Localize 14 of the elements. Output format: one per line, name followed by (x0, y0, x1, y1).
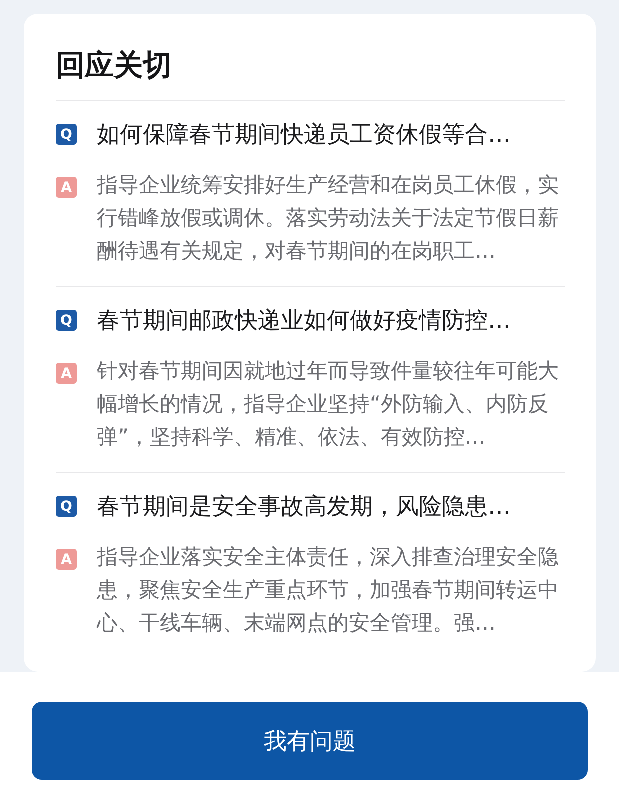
answer-badge: A (56, 363, 77, 384)
card-title: 回应关切 (56, 47, 173, 84)
ask-question-button[interactable]: 我有问题 (32, 702, 588, 780)
question-badge: Q (56, 124, 77, 145)
question-badge: Q (56, 496, 77, 517)
question-text[interactable]: 春节期间邮政快递业如何做好疫情防控… (97, 301, 511, 341)
answer-badge: A (56, 549, 77, 570)
answer-text: 指导企业落实安全主体责任，深入排查治理安全隐患，聚焦安全生产重点环节，加强春节期间转运中心、干线车辆、末端网点的安全管理。强… (97, 544, 559, 637)
answer-text: 针对春节期间因就地过年而导致件量较往年可能大幅增长的情况，指导企业坚持“外防输入、内防反弹”，坚持科学、精准、依法、有效防控… (97, 358, 559, 451)
answer-badge: A (56, 177, 77, 198)
question-text[interactable]: 如何保障春节期间快递员工资休假等合… (97, 115, 511, 155)
question-badge: Q (56, 310, 77, 331)
question-text[interactable]: 春节期间是安全事故高发期，风险隐患… (97, 487, 511, 527)
answer-text: 指导企业统筹安排好生产经营和在岗员工休假，实行错峰放假或调休。落实劳动法关于法定节假日薪酬待遇有关规定，对春节期间的在岗职工… (97, 172, 559, 265)
